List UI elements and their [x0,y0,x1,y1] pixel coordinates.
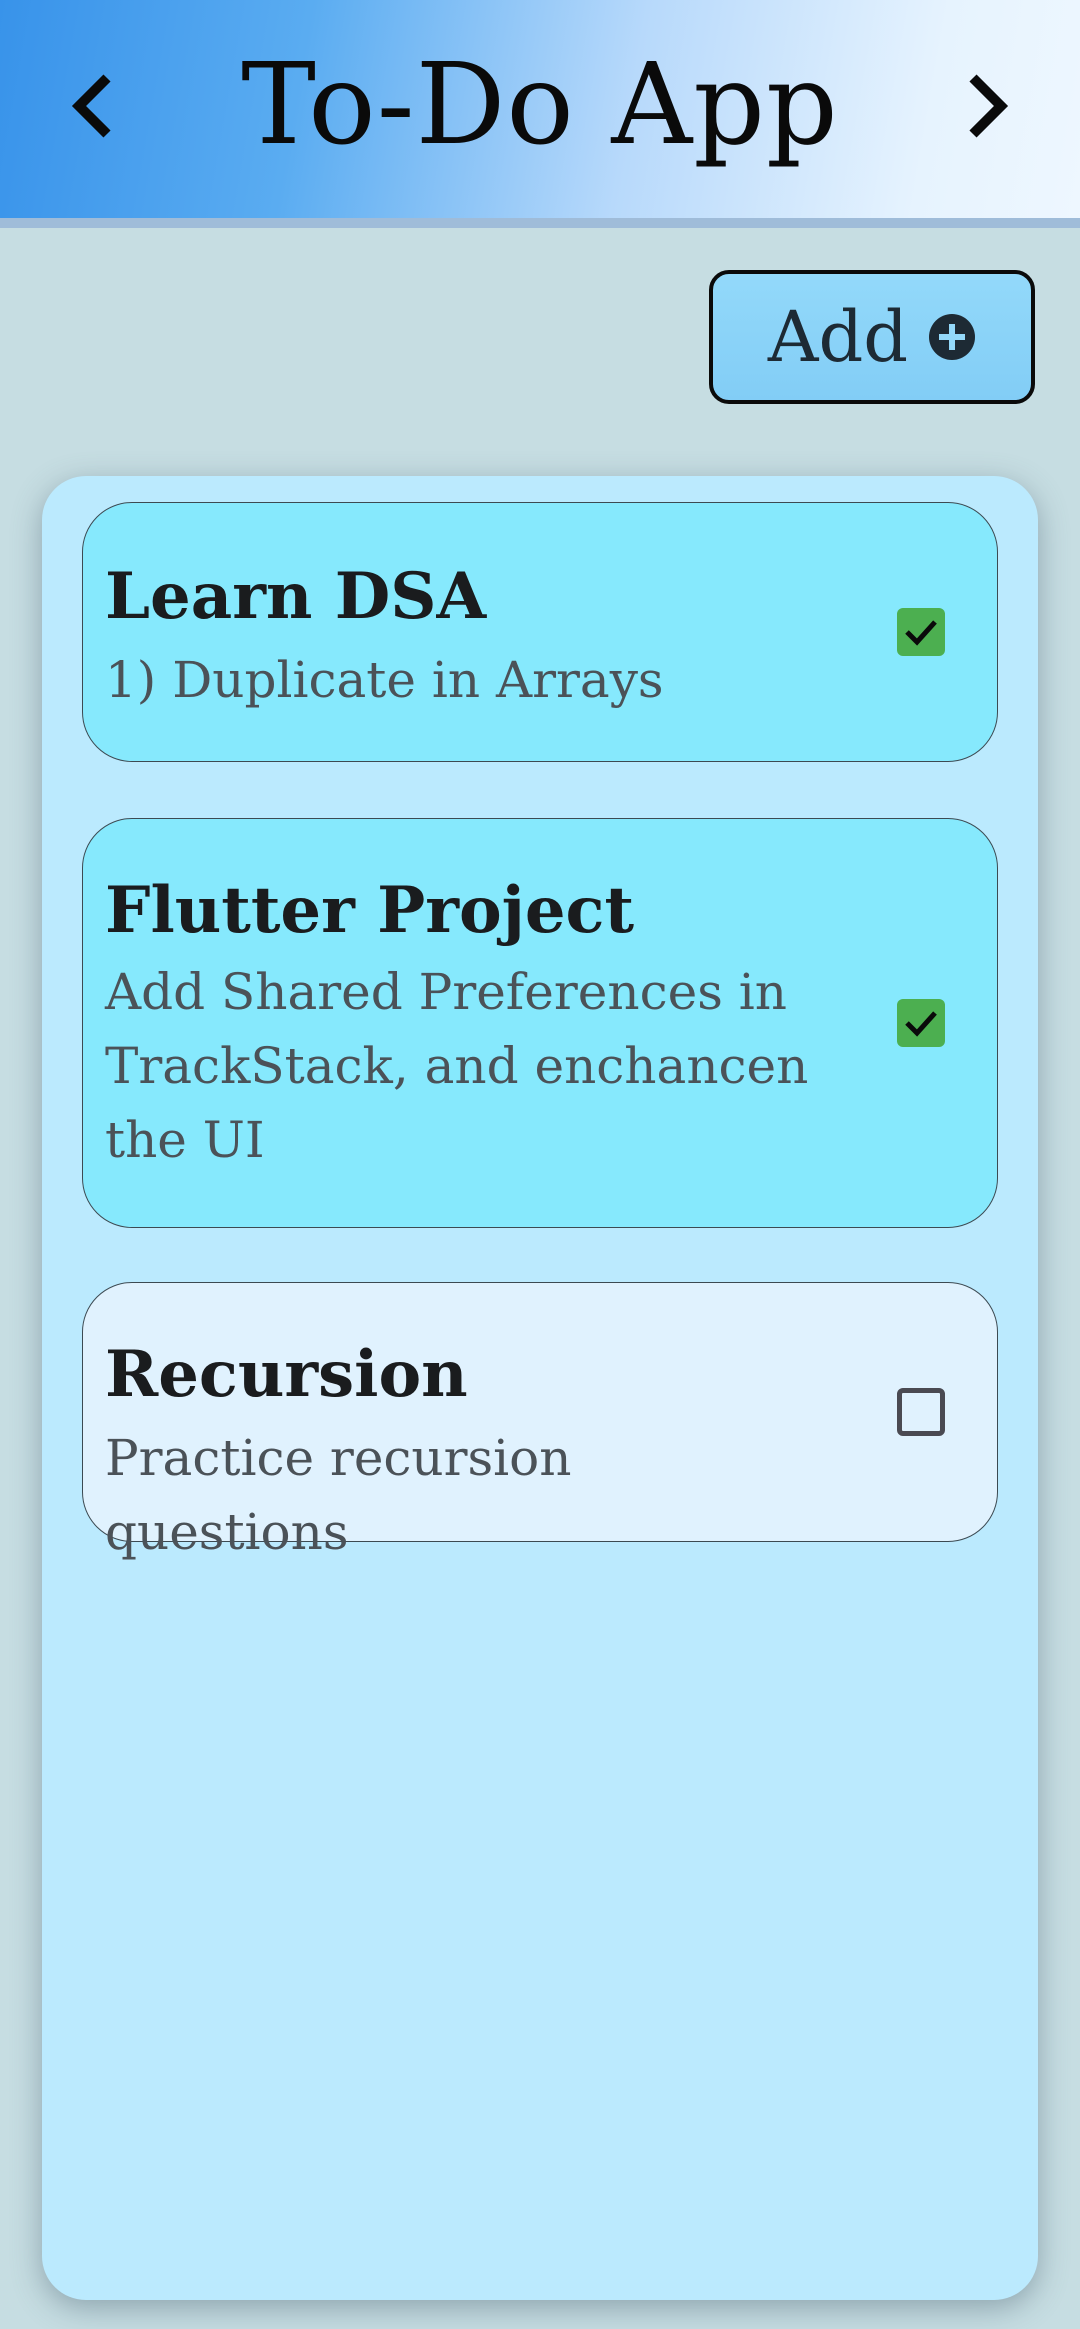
forward-button[interactable] [952,66,1022,146]
task-list: Learn DSA 1) Duplicate in Arrays Flutter… [42,476,1038,2300]
task-checkbox-unchecked[interactable] [897,1388,945,1436]
task-description: 1) Duplicate in Arrays [105,651,664,709]
task-title: Recursion [105,1337,468,1412]
task-card-learn-dsa[interactable]: Learn DSA 1) Duplicate in Arrays [82,502,998,762]
task-title: Learn DSA [105,559,487,634]
checkmark-icon [905,1011,937,1037]
task-checkbox-checked[interactable] [897,608,945,656]
checkmark-icon [905,620,937,646]
task-checkbox-checked[interactable] [897,999,945,1047]
app-bar: To-Do App [0,0,1080,228]
chevron-right-icon [969,74,1009,138]
add-button-label: Add [767,296,909,378]
task-title: Flutter Project [105,873,635,948]
task-card-recursion[interactable]: Recursion Practice recursion questions [82,1282,998,1561]
task-card-flutter-project[interactable]: Flutter Project Add Shared Preferences i… [82,818,998,1228]
task-description: Add Shared Preferences in TrackStack, an… [105,963,809,1169]
plus-circle-icon [928,313,976,361]
task-description: Practice recursion questions [105,1429,572,1561]
add-task-button[interactable]: Add [709,270,1035,404]
app-title: To-Do App [241,40,839,170]
